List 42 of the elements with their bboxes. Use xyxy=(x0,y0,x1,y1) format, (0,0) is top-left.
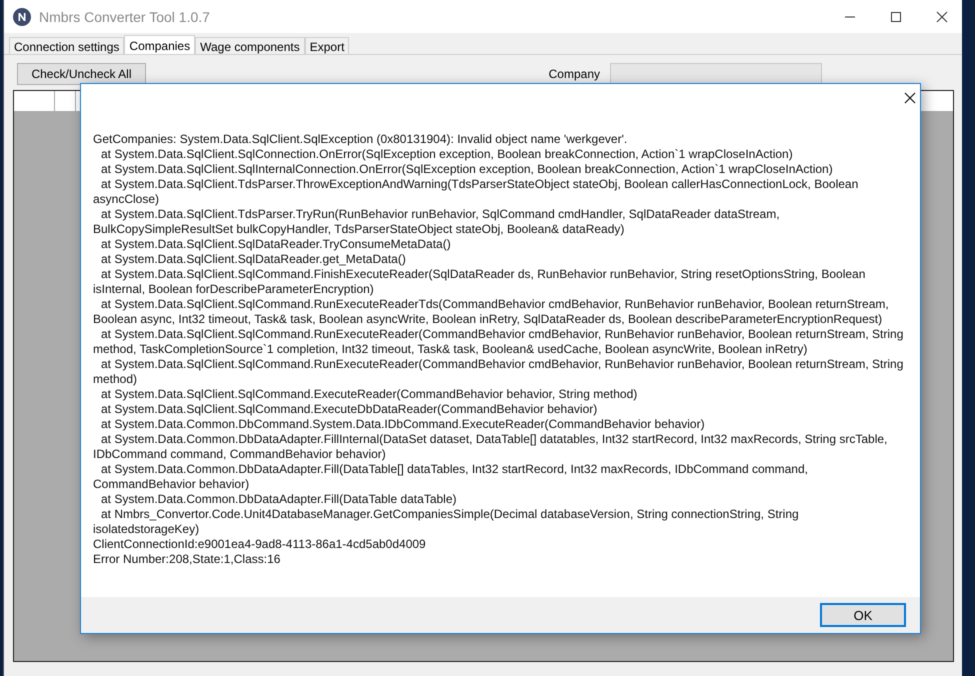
error-message-line: at System.Data.SqlClient.SqlDataReader.get_MetaData() xyxy=(100,252,407,267)
error-message-line: method) xyxy=(93,372,138,387)
error-message-line: isInternal, Boolean forDescribeParameterEncryption) xyxy=(93,282,375,297)
error-message-line: IDbCommand command, CommandBehavior behavior) xyxy=(93,447,387,462)
error-message-line: ClientConnectionId:e9001ea4-9ad8-4113-86a1-4cd5ab0d4009 xyxy=(93,537,427,552)
maximize-icon[interactable] xyxy=(890,10,902,22)
error-message-line: at System.Data.SqlClient.TdsParser.ThrowExceptionAndWarning(TdsParserStateObject stateObj, Boolean callerHasConnectionLock, Boolean xyxy=(100,177,860,192)
error-message-line: CommandBehavior behavior) xyxy=(93,477,250,492)
company-label: Company xyxy=(548,67,600,81)
error-message-line: at System.Data.SqlClient.SqlCommand.RunExecuteReader(CommandBehavior cmdBehavior, RunBehavior runBehavior, Boolean returnStream, String xyxy=(100,327,904,342)
error-message-line: at System.Data.SqlClient.SqlCommand.FinishExecuteReader(SqlDataReader ds, RunBehavior runBehavior, String resetOptionsString, Boolean xyxy=(100,267,866,282)
error-message-line: at Nmbrs_Convertor.Code.Unit4DatabaseManager.GetCompaniesSimple(Decimal databaseVersion, String connectionString, String xyxy=(100,507,800,522)
tab[interactable]: Wage components xyxy=(195,37,305,54)
close-icon[interactable] xyxy=(936,10,948,22)
ok-button[interactable]: OK xyxy=(820,603,906,627)
app-logo-icon xyxy=(13,8,31,26)
error-message-line: at System.Data.SqlClient.TdsParser.TryRun(RunBehavior runBehavior, SqlCommand cmdHandler, SqlDataReader dataStream, xyxy=(100,207,781,222)
tab[interactable]: Connection settings xyxy=(9,37,124,54)
error-message-line: GetCompanies: System.Data.SqlClient.SqlException (0x80131904): Invalid object name 'werkgever'. xyxy=(93,132,628,147)
close-icon[interactable] xyxy=(904,92,916,104)
error-message-line: method, TaskCompletionSource`1 completion, Int32 timeout, Task& task, Boolean& usedCache, Boolean asyncWrite, Boolean inRetry) xyxy=(93,342,808,357)
tab[interactable]: Companies xyxy=(124,35,196,54)
window-title: Nmbrs Converter Tool 1.0.7 xyxy=(39,8,210,24)
error-message-line: isolatedstorageKey) xyxy=(93,522,200,537)
company-field[interactable] xyxy=(610,63,822,85)
error-message-line: at System.Data.SqlClient.SqlCommand.ExecuteDbDataReader(CommandBehavior behavior) xyxy=(100,402,598,417)
error-message-line: at System.Data.SqlClient.SqlDataReader.TryConsumeMetaData() xyxy=(100,237,452,252)
check-uncheck-all-button[interactable]: Check/Uncheck All xyxy=(17,63,146,85)
tab[interactable]: Export xyxy=(304,37,350,54)
error-message-line: Boolean async, Int32 timeout, Task& task, Boolean asyncWrite, Boolean inRetry, SqlDataReader ds, Boolean describeParameterEncryptionRequest) xyxy=(93,312,884,327)
error-message-line: at System.Data.Common.DbDataAdapter.Fill(DataTable[] dataTables, Int32 startRecord, Int32 maxRecords, IDbCommand command, xyxy=(100,462,809,477)
error-message-line: at System.Data.SqlClient.SqlInternalConnection.OnError(SqlException exception, Boolean breakConnection, Action`1 wrapCloseInAction) xyxy=(100,162,834,177)
error-message-line: Error Number:208,State:1,Class:16 xyxy=(93,552,282,567)
error-message-line: at System.Data.SqlClient.SqlCommand.ExecuteReader(CommandBehavior behavior, String method) xyxy=(100,387,638,402)
error-message-line: asyncClose) xyxy=(93,192,160,207)
error-message-line: at System.Data.SqlClient.SqlConnection.OnError(SqlException exception, Boolean breakConnection, Action`1 wrapCloseInAction) xyxy=(100,147,794,162)
error-message-line: at System.Data.Common.DbCommand.System.Data.IDbCommand.ExecuteReader(CommandBehavior behavior) xyxy=(100,417,706,432)
error-message-line: at System.Data.SqlClient.SqlCommand.RunExecuteReader(CommandBehavior cmdBehavior, RunBehavior runBehavior, Boolean returnStream, String xyxy=(100,357,904,372)
error-message-line: at System.Data.SqlClient.SqlCommand.RunExecuteReaderTds(CommandBehavior cmdBehavior, RunBehavior runBehavior, Boolean returnStream, xyxy=(100,297,890,312)
error-message-line: at System.Data.Common.DbDataAdapter.Fill(DataTable dataTable) xyxy=(100,492,458,507)
error-message-line: at System.Data.Common.DbDataAdapter.FillInternal(DataSet dataset, DataTable[] datatables, Int32 startRecord, Int32 maxRecords, String srcTable, xyxy=(100,432,888,447)
error-message-line: BulkCopySimpleResultSet bulkCopyHandler, TdsParserStateObject stateObj, Boolean& dataReady) xyxy=(93,222,626,237)
